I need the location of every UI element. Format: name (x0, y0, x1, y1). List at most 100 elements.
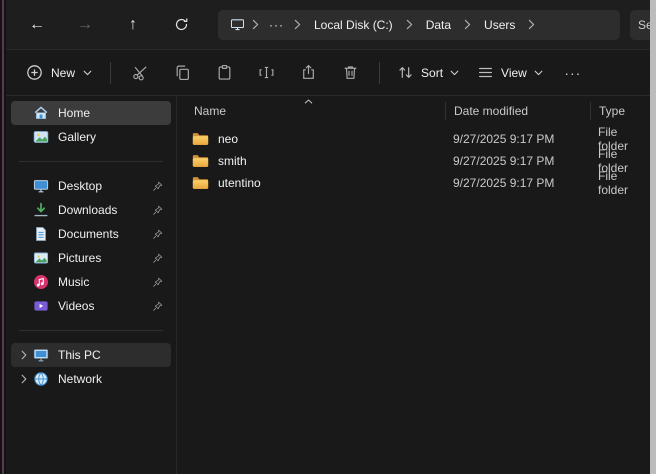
sort-icon (397, 64, 414, 81)
breadcrumb-overflow-button[interactable]: ··· (262, 13, 291, 37)
back-arrow-icon: ← (29, 16, 45, 34)
navigation-bar: ← → ↑ ··· Local Disk (C:) Data Users (6, 0, 650, 50)
sort-ascending-icon (304, 99, 313, 104)
breadcrumb-segment-users[interactable]: Users (474, 13, 525, 37)
sidebar-item-music[interactable]: Music (11, 270, 171, 294)
rename-button[interactable] (245, 56, 287, 90)
sidebar-item-this-pc[interactable]: This PC (11, 343, 171, 367)
sidebar-item-label: Downloads (58, 203, 117, 217)
pin-icon (152, 277, 163, 288)
sidebar-item-label: Desktop (58, 179, 102, 193)
file-date-modified: 9/27/2025 9:17 PM (445, 132, 590, 146)
sort-button[interactable]: Sort (388, 56, 468, 90)
file-explorer-window: ← → ↑ ··· Local Disk (C:) Data Users (6, 0, 650, 474)
search-input[interactable]: Se (630, 10, 650, 40)
screen-right-edge (650, 0, 656, 474)
chevron-down-icon (534, 70, 543, 76)
this-pc-icon (230, 17, 245, 32)
pin-icon (152, 205, 163, 216)
search-text: Se (638, 18, 650, 32)
folder-icon (192, 176, 209, 190)
file-row[interactable]: smith 9/27/2025 9:17 PM File folder (177, 150, 650, 172)
breadcrumb-segment-data[interactable]: Data (416, 13, 461, 37)
network-icon (33, 371, 49, 387)
share-icon (300, 64, 317, 81)
forward-arrow-icon: → (77, 16, 93, 34)
back-button[interactable]: ← (18, 8, 56, 42)
sidebar-item-label: Documents (58, 227, 119, 241)
file-name: neo (218, 132, 238, 146)
desktop: ← → ↑ ··· Local Disk (C:) Data Users (0, 0, 656, 474)
documents-icon (33, 226, 49, 242)
refresh-icon (174, 17, 189, 32)
chevron-right-icon[interactable] (16, 350, 31, 360)
paste-icon (216, 64, 233, 81)
sidebar-item-network[interactable]: Network (11, 367, 171, 391)
new-button-label: New (51, 66, 75, 80)
pin-icon (152, 181, 163, 192)
more-options-button[interactable]: ··· (552, 56, 594, 90)
address-bar[interactable]: ··· Local Disk (C:) Data Users (218, 10, 620, 40)
home-icon (33, 105, 49, 121)
column-header-date-modified[interactable]: Date modified (445, 102, 590, 120)
chevron-right-icon (528, 19, 535, 30)
column-headers: Name Date modified Type (177, 98, 650, 124)
gallery-icon (33, 129, 49, 145)
file-date-modified: 9/27/2025 9:17 PM (445, 176, 590, 190)
up-button[interactable]: ↑ (114, 8, 152, 42)
sidebar-item-home[interactable]: Home (11, 101, 171, 125)
chevron-down-icon (83, 70, 92, 76)
cut-icon (132, 64, 149, 81)
screen-left-edge (0, 0, 6, 474)
this-pc-icon (33, 347, 49, 363)
up-arrow-icon: ↑ (129, 16, 137, 34)
toolbar-separator (110, 62, 111, 84)
cut-button[interactable] (119, 56, 161, 90)
view-icon (477, 64, 494, 81)
file-name: smith (218, 154, 247, 168)
file-date-modified: 9/27/2025 9:17 PM (445, 154, 590, 168)
view-button-label: View (501, 66, 527, 80)
paste-button[interactable] (203, 56, 245, 90)
sidebar-item-label: This PC (58, 348, 101, 362)
sidebar-item-label: Home (58, 106, 90, 120)
sidebar-item-documents[interactable]: Documents (11, 222, 171, 246)
sidebar-separator (19, 161, 163, 162)
column-header-type[interactable]: Type (590, 102, 650, 120)
sidebar-item-desktop[interactable]: Desktop (11, 174, 171, 198)
rename-icon (258, 64, 275, 81)
file-row[interactable]: utentino 9/27/2025 9:17 PM File folder (177, 172, 650, 194)
sidebar-item-label: Videos (58, 299, 94, 313)
sort-button-label: Sort (421, 66, 443, 80)
pin-icon (152, 253, 163, 264)
sidebar-item-downloads[interactable]: Downloads (11, 198, 171, 222)
breadcrumb-segment-local-disk[interactable]: Local Disk (C:) (304, 13, 403, 37)
toolbar-separator (379, 62, 380, 84)
sidebar-item-label: Network (58, 372, 102, 386)
chevron-right-icon (252, 19, 259, 30)
pictures-icon (33, 250, 49, 266)
sidebar-item-pictures[interactable]: Pictures (11, 246, 171, 270)
refresh-button[interactable] (162, 8, 200, 42)
sidebar-item-label: Pictures (58, 251, 101, 265)
delete-button[interactable] (329, 56, 371, 90)
sidebar-item-label: Gallery (58, 130, 96, 144)
pin-icon (152, 301, 163, 312)
ellipsis-icon: ··· (564, 65, 581, 81)
forward-button[interactable]: → (66, 8, 104, 42)
sidebar-separator (19, 330, 163, 331)
sidebar-item-label: Music (58, 275, 89, 289)
chevron-right-icon[interactable] (16, 374, 31, 384)
view-button[interactable]: View (468, 56, 552, 90)
file-list: Name Date modified Type neo 9/27/2025 9:… (176, 96, 650, 474)
videos-icon (33, 298, 49, 314)
copy-icon (174, 64, 191, 81)
sidebar-item-videos[interactable]: Videos (11, 294, 171, 318)
file-row[interactable]: neo 9/27/2025 9:17 PM File folder (177, 128, 650, 150)
file-rows: neo 9/27/2025 9:17 PM File folder smith … (177, 124, 650, 474)
copy-button[interactable] (161, 56, 203, 90)
folder-icon (192, 132, 209, 146)
sidebar-item-gallery[interactable]: Gallery (11, 125, 171, 149)
share-button[interactable] (287, 56, 329, 90)
new-button[interactable]: New (16, 56, 102, 90)
